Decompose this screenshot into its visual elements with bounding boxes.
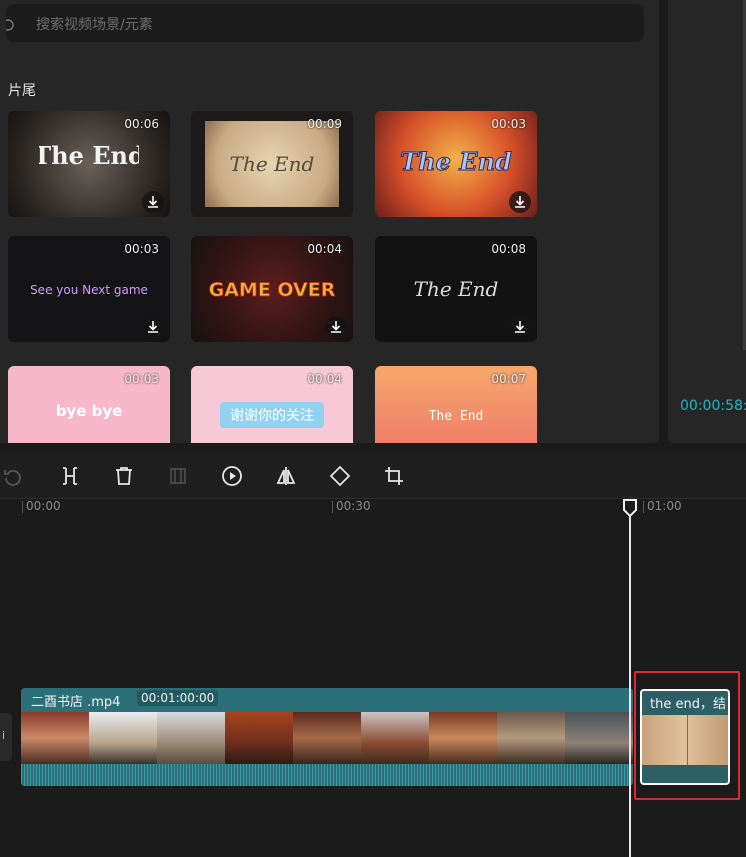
timeline-toolbar [0, 454, 746, 498]
thumbnail-frame [225, 712, 293, 764]
duration-badge: 00:04 [307, 372, 342, 386]
clip-duration: 00:01:00:00 [137, 690, 219, 706]
search-bar[interactable]: 搜索视频场景/元素 [2, 4, 644, 42]
duration-badge: 00:09 [307, 117, 342, 131]
preview-panel: 00:00:58:2 [668, 0, 746, 443]
download-icon[interactable] [509, 316, 531, 338]
download-icon[interactable] [142, 191, 164, 213]
thumbnail-frame [21, 712, 89, 764]
thumbnail-frame [565, 712, 633, 764]
ending-template-card[interactable]: The End 00:06 [8, 111, 170, 217]
card-art-text: The End [400, 147, 512, 176]
delete-icon[interactable] [112, 464, 136, 488]
download-icon[interactable] [142, 316, 164, 338]
duration-badge: 00:08 [491, 242, 526, 256]
card-art-text: The End [414, 277, 499, 301]
split-icon[interactable] [58, 464, 82, 488]
ruler-label: 00:30 [336, 499, 371, 513]
highlight-box [634, 671, 740, 800]
ending-template-card[interactable]: See you Next game 00:03 [8, 236, 170, 342]
clip-name: 二酉书店 .mp4 [31, 695, 121, 710]
audio-waveform [21, 764, 633, 786]
duration-badge: 00:04 [307, 242, 342, 256]
card-art-text: The End [429, 409, 484, 424]
thumbnail-frame [429, 712, 497, 764]
ending-template-card[interactable]: 谢谢你的关注 00:04 [191, 366, 353, 443]
clip-header: 二酉书店 .mp4 00:01:00:00 [21, 688, 633, 712]
ruler-label: 01:00 [647, 499, 682, 513]
crop-icon[interactable] [382, 464, 406, 488]
search-input[interactable]: 搜索视频场景/元素 [36, 14, 153, 34]
thumbnail-frame [89, 712, 157, 764]
thumbnail-frame [157, 712, 225, 764]
card-art-text: GAME OVER [209, 279, 336, 301]
clip-thumbnails [21, 712, 633, 764]
ruler-tick [332, 501, 333, 513]
video-editor: 搜索视频场景/元素 片尾 The End 00:06 The End 00:09… [0, 0, 746, 857]
ending-template-card[interactable]: The End 00:08 [375, 236, 537, 342]
track-side-label: i [2, 729, 6, 742]
ruler-tick [643, 501, 644, 513]
thumbnail-frame [497, 712, 565, 764]
download-icon[interactable] [509, 191, 531, 213]
preview-timecode: 00:00:58:2 [680, 398, 746, 414]
card-art-text: See you Next game [30, 283, 148, 297]
duration-badge: 00:06 [124, 117, 159, 131]
playhead-handle[interactable] [623, 499, 637, 518]
ending-template-card[interactable]: The End 00:07 [375, 366, 537, 443]
ending-template-card[interactable]: The End 00:03 [375, 111, 537, 217]
ending-template-card[interactable]: bye bye 00:03 [8, 366, 170, 443]
download-icon[interactable] [325, 316, 347, 338]
duration-badge: 00:03 [491, 117, 526, 131]
search-icon [2, 16, 18, 31]
card-art-text: The End [230, 152, 315, 176]
thumbnail-frame [293, 712, 361, 764]
thumbnail-frame [361, 712, 429, 764]
video-clip[interactable]: 二酉书店 .mp4 00:01:00:00 [21, 688, 633, 786]
mirror-icon[interactable] [274, 464, 298, 488]
ruler-tick [22, 501, 23, 513]
duration-badge: 00:03 [124, 242, 159, 256]
play-speed-icon[interactable] [220, 464, 244, 488]
card-art-text: 谢谢你的关注 [230, 408, 314, 424]
playhead-line[interactable] [629, 510, 631, 857]
freeze-icon[interactable] [166, 464, 190, 488]
card-art-text: bye bye [56, 402, 123, 420]
card-art-text: The End [39, 141, 139, 170]
ruler-label: 00:00 [26, 499, 61, 513]
track-side-tab[interactable]: i [0, 713, 12, 761]
section-title: 片尾 [8, 83, 36, 99]
duration-badge: 00:03 [124, 372, 159, 386]
ending-template-card[interactable]: GAME OVER 00:04 [191, 236, 353, 342]
material-panel: 搜索视频场景/元素 片尾 The End 00:06 The End 00:09… [0, 0, 659, 443]
undo-icon[interactable] [2, 464, 26, 488]
duration-badge: 00:07 [491, 372, 526, 386]
ending-template-card[interactable]: The End 00:09 [191, 111, 353, 217]
rotate-icon[interactable] [328, 464, 352, 488]
